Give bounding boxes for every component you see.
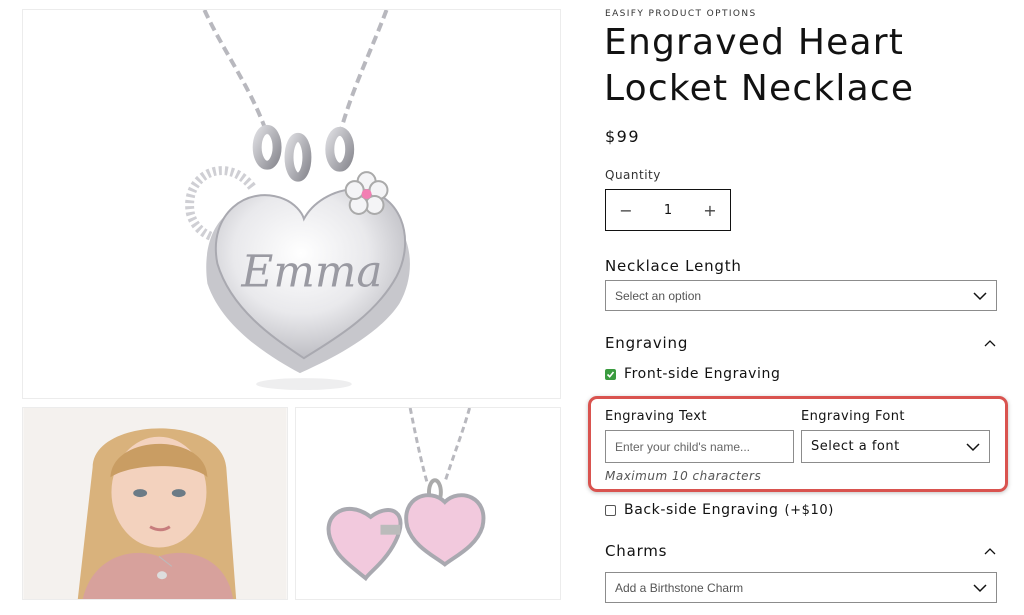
- chevron-up-icon[interactable]: [984, 338, 996, 350]
- vendor-label: EASIFY PRODUCT OPTIONS: [605, 9, 757, 19]
- main-product-image[interactable]: Emma: [22, 9, 561, 399]
- birthstone-charm-select[interactable]: Add a Birthstone Charm: [605, 572, 997, 603]
- engraving-font-label: Engraving Font: [801, 409, 905, 424]
- front-engraving-option[interactable]: Front-side Engraving: [605, 366, 780, 382]
- quantity-input[interactable]: 1: [648, 203, 688, 218]
- open-locket-photo: [326, 408, 486, 582]
- engraving-font-value: Select a font: [811, 439, 900, 454]
- quantity-increase-button[interactable]: +: [690, 190, 730, 230]
- heart-locket-image: Emma: [185, 10, 410, 391]
- necklace-length-label: Necklace Length: [605, 257, 742, 275]
- engraving-max-hint: Maximum 10 characters: [605, 469, 762, 483]
- back-engraving-price: (+$10): [784, 502, 834, 518]
- back-engraving-checkbox[interactable]: [605, 504, 616, 516]
- quantity-decrease-button[interactable]: −: [606, 190, 646, 230]
- back-engraving-label: Back-side Engraving: [624, 502, 779, 518]
- engraving-text-label: Engraving Text: [605, 409, 707, 424]
- quantity-label: Quantity: [605, 168, 661, 182]
- charms-section-title[interactable]: Charms: [605, 542, 667, 560]
- necklace-length-select[interactable]: Select an option: [605, 280, 997, 311]
- thumbnail-open-locket[interactable]: [295, 407, 561, 600]
- chevron-down-icon: [973, 292, 987, 301]
- birthstone-charm-value: Add a Birthstone Charm: [615, 580, 744, 595]
- necklace-length-value: Select an option: [615, 288, 702, 303]
- chevron-down-icon: [966, 443, 980, 452]
- front-engraving-checkbox[interactable]: [605, 368, 616, 380]
- product-price: $99: [605, 127, 641, 146]
- front-engraving-label: Front-side Engraving: [624, 366, 781, 382]
- quantity-stepper: − 1 +: [605, 189, 731, 231]
- engraving-text-input[interactable]: [605, 430, 794, 463]
- thumbnail-girl-wearing-necklace[interactable]: [22, 407, 288, 600]
- engraving-preview: Emma: [240, 247, 382, 298]
- back-engraving-option[interactable]: Back-side Engraving (+$10): [605, 502, 834, 518]
- engraving-section-title[interactable]: Engraving: [605, 334, 688, 352]
- check-icon: [606, 370, 615, 378]
- product-title: Engraved Heart Locket Necklace: [604, 22, 915, 109]
- engraving-font-select[interactable]: Select a font: [801, 430, 990, 463]
- chevron-down-icon: [973, 584, 987, 593]
- girl-photo: [23, 408, 287, 599]
- chevron-up-icon[interactable]: [984, 546, 996, 558]
